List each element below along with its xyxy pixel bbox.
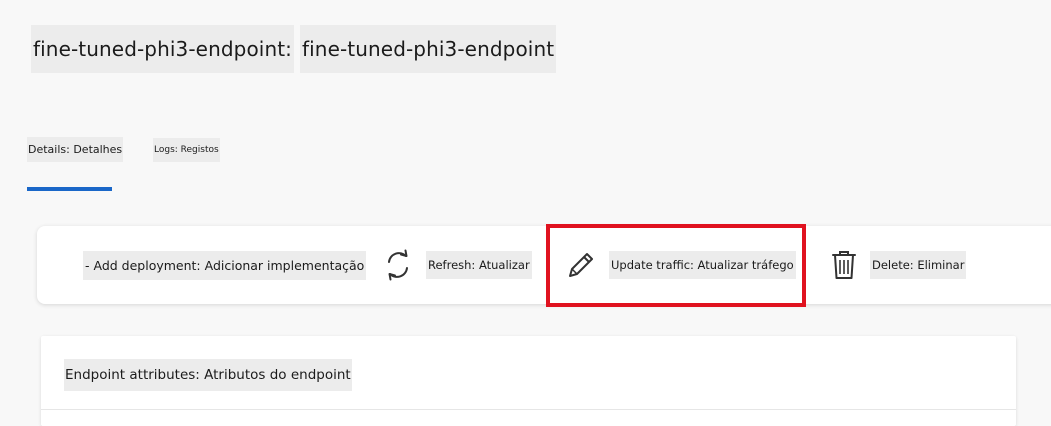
endpoint-toolbar: - Add deployment: Adicionar implementaçã… xyxy=(37,226,1051,304)
tab-selected-indicator xyxy=(27,187,112,191)
panel-divider xyxy=(41,409,1016,410)
add-deployment-label: - Add deployment: Adicionar implementaçã… xyxy=(83,250,367,280)
endpoint-attributes-panel: Endpoint attributes: Atributos do endpoi… xyxy=(41,336,1016,426)
trash-icon xyxy=(830,249,858,281)
page-title-part-1: fine-tuned-phi3-endpoint: xyxy=(31,25,294,73)
tab-logs-label: Logs: Registos xyxy=(153,138,220,162)
page-title-part-2: fine-tuned-phi3-endpoint xyxy=(300,25,557,73)
tab-details[interactable]: Details: Detalhes xyxy=(27,137,124,191)
refresh-button[interactable]: Refresh: Atualizar xyxy=(382,226,532,304)
add-deployment-button[interactable]: - Add deployment: Adicionar implementaçã… xyxy=(83,226,367,304)
refresh-label: Refresh: Atualizar xyxy=(426,251,532,279)
endpoint-attributes-title: Endpoint attributes: Atributos do endpoi… xyxy=(64,359,352,391)
refresh-icon xyxy=(382,248,414,282)
delete-button[interactable]: Delete: Eliminar xyxy=(830,226,967,304)
page-title: fine-tuned-phi3-endpoint: fine-tuned-phi… xyxy=(31,25,557,73)
update-traffic-highlight xyxy=(546,224,806,307)
tab-logs[interactable]: Logs: Registos xyxy=(153,137,220,191)
delete-label: Delete: Eliminar xyxy=(870,251,967,279)
tab-details-label: Details: Detalhes xyxy=(27,137,124,162)
